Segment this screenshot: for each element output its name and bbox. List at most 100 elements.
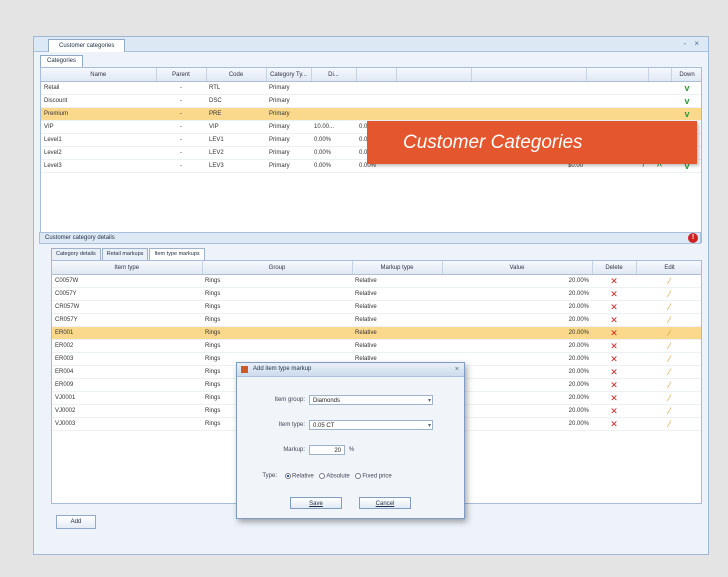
markup-input[interactable]: 20 [309, 445, 345, 455]
radio-fixed-price[interactable] [355, 473, 362, 479]
tab-categories[interactable]: Categories [40, 55, 84, 67]
markup-row[interactable]: C0057Y Rings Relative 20.00% ✕ ⁄ [52, 287, 701, 301]
category-discount: 0.00% [311, 146, 356, 160]
edit-icon[interactable]: ⁄ [636, 300, 701, 314]
item-type-select[interactable]: 0.05 CT ▾ [309, 420, 433, 430]
category-code: LEV3 [206, 159, 266, 173]
category-row[interactable]: Discount - DSC Primary v [41, 94, 701, 108]
markup-item-type: ER002 [52, 339, 202, 353]
error-icon[interactable]: ! [688, 233, 698, 243]
edit-icon[interactable]: ⁄ [636, 352, 701, 366]
radio-relative-label: Relative [292, 473, 314, 480]
col-code[interactable]: Code [206, 68, 267, 82]
save-button[interactable]: Save [290, 497, 342, 509]
markup-unit: % [349, 447, 355, 453]
edit-icon[interactable]: ⁄ [636, 313, 701, 327]
edit-icon[interactable]: ⁄ [636, 274, 701, 288]
col-category-type[interactable]: Category Ty... [266, 68, 312, 82]
doc-tab-customer-categories[interactable]: Customer categories [48, 39, 126, 52]
category-type: Primary [266, 133, 311, 147]
radio-absolute[interactable] [319, 473, 326, 479]
category-name: VIP [41, 120, 156, 134]
col-limit[interactable] [471, 68, 587, 82]
window-controls[interactable]: - × [683, 39, 702, 48]
delete-icon[interactable]: ✕ [592, 313, 636, 327]
tab-item-type-markups[interactable]: Item type markups [149, 248, 205, 260]
markup-row[interactable]: CR057Y Rings Relative 20.00% ✕ ⁄ [52, 313, 701, 327]
category-row[interactable]: Retail - RTL Primary v [41, 81, 701, 95]
category-discount [311, 94, 356, 108]
col-markup-type[interactable]: Markup type [352, 261, 443, 275]
edit-icon[interactable]: ⁄ [636, 365, 701, 379]
move-up-icon[interactable] [648, 81, 671, 95]
category-discount: 0.00% [311, 159, 356, 173]
move-up-icon[interactable] [648, 94, 671, 108]
markup-group: Rings [202, 326, 352, 340]
category-discount: 10.00... [311, 120, 356, 134]
item-group-label: Item group: [274, 397, 305, 403]
markup-item-type: CR057Y [52, 313, 202, 327]
markup-item-type: ER004 [52, 365, 202, 379]
category-parent: - [156, 159, 206, 173]
delete-icon[interactable]: ✕ [592, 391, 636, 405]
col-value[interactable]: Value [442, 261, 593, 275]
category-type: Primary [266, 120, 311, 134]
col-edit[interactable]: Edit [636, 261, 701, 275]
category-order [586, 107, 648, 121]
markup-item-type: C0057W [52, 274, 202, 288]
delete-icon[interactable]: ✕ [592, 365, 636, 379]
col-markup[interactable] [356, 68, 397, 82]
edit-icon[interactable]: ⁄ [636, 326, 701, 340]
category-type: Primary [266, 146, 311, 160]
tab-category-details[interactable]: Category details [51, 248, 101, 260]
category-row[interactable]: Premium - PRE Primary v [41, 107, 701, 121]
col-delete[interactable]: Delete [592, 261, 637, 275]
category-name: Level3 [41, 159, 156, 173]
delete-icon[interactable]: ✕ [592, 417, 636, 431]
delete-icon[interactable]: ✕ [592, 287, 636, 301]
markup-row[interactable]: ER002 Rings Relative 20.00% ✕ ⁄ [52, 339, 701, 353]
markup-row[interactable]: CR057W Rings Relative 20.00% ✕ ⁄ [52, 300, 701, 314]
category-discount [311, 81, 356, 95]
delete-icon[interactable]: ✕ [592, 326, 636, 340]
edit-icon[interactable]: ⁄ [636, 391, 701, 405]
col-up [648, 68, 672, 82]
delete-icon[interactable]: ✕ [592, 300, 636, 314]
markup-row[interactable]: ER001 Rings Relative 20.00% ✕ ⁄ [52, 326, 701, 340]
col-group[interactable]: Group [202, 261, 353, 275]
col-item-type[interactable]: Item type [52, 261, 203, 275]
tab-retail-markups[interactable]: Retail markups [101, 248, 149, 260]
edit-icon[interactable]: ⁄ [636, 404, 701, 418]
markup-row[interactable]: C0057W Rings Relative 20.00% ✕ ⁄ [52, 274, 701, 288]
delete-icon[interactable]: ✕ [592, 404, 636, 418]
cancel-button[interactable]: Cancel [359, 497, 411, 509]
dialog-close-icon[interactable]: × [455, 363, 459, 376]
markup-item-type: VJ0002 [52, 404, 202, 418]
col-order[interactable] [586, 68, 649, 82]
add-item-type-markup-dialog: Add item type markup × Item group: Diamo… [236, 362, 465, 519]
delete-icon[interactable]: ✕ [592, 378, 636, 392]
edit-icon[interactable]: ⁄ [636, 378, 701, 392]
col-down[interactable]: Down [671, 68, 701, 82]
markup-item-type: VJ0001 [52, 391, 202, 405]
col-payment[interactable] [396, 68, 472, 82]
move-down-icon[interactable]: v [671, 94, 701, 108]
col-parent[interactable]: Parent [156, 68, 207, 82]
col-name[interactable]: Name [41, 68, 157, 82]
category-parent: - [156, 146, 206, 160]
delete-icon[interactable]: ✕ [592, 339, 636, 353]
move-up-icon[interactable] [648, 107, 671, 121]
delete-icon[interactable]: ✕ [592, 274, 636, 288]
radio-relative[interactable] [285, 473, 291, 479]
markup-type: Relative [352, 313, 442, 327]
move-down-icon[interactable]: v [671, 81, 701, 95]
delete-icon[interactable]: ✕ [592, 352, 636, 366]
col-discount[interactable]: Di... [311, 68, 357, 82]
edit-icon[interactable]: ⁄ [636, 287, 701, 301]
edit-icon[interactable]: ⁄ [636, 339, 701, 353]
markup-type: Relative [352, 339, 442, 353]
item-group-select[interactable]: Diamonds ▾ [309, 395, 433, 405]
move-down-icon[interactable]: v [671, 107, 701, 121]
edit-icon[interactable]: ⁄ [636, 417, 701, 431]
add-button[interactable]: Add [56, 515, 96, 529]
